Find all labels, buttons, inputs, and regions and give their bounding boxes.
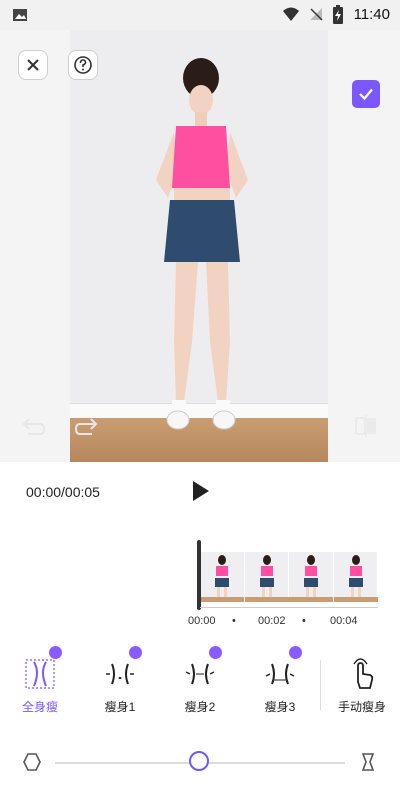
timeline-track bbox=[200, 607, 378, 608]
tick-label: 00:00 bbox=[188, 615, 216, 627]
video-preview-area bbox=[0, 30, 400, 462]
slim-3-icon bbox=[260, 646, 302, 692]
timeline-thumbnail bbox=[289, 552, 334, 602]
close-button[interactable] bbox=[18, 50, 48, 80]
full-body-slim-icon bbox=[20, 646, 62, 692]
tool-full-body-slim[interactable]: 全身瘦 bbox=[10, 646, 70, 715]
wifi-icon bbox=[283, 7, 299, 21]
compare-icon[interactable] bbox=[352, 412, 380, 440]
tool-label: 全身瘦 bbox=[21, 700, 58, 714]
help-button[interactable] bbox=[68, 50, 98, 80]
redo-icon[interactable] bbox=[74, 414, 100, 440]
premium-badge-icon bbox=[49, 646, 62, 659]
confirm-button[interactable] bbox=[352, 80, 380, 108]
tool-label: 手动瘦身 bbox=[337, 700, 386, 714]
tick-label: 00:04 bbox=[330, 615, 358, 627]
tool-slim-1[interactable]: 瘦身1 bbox=[90, 646, 150, 715]
tool-divider bbox=[320, 660, 321, 710]
close-icon bbox=[27, 59, 39, 71]
tick-dot: • bbox=[232, 615, 236, 627]
intensity-slider-knob[interactable] bbox=[189, 751, 209, 771]
timeline-playhead[interactable] bbox=[197, 540, 201, 610]
undo-icon[interactable] bbox=[20, 414, 46, 440]
tool-slim-2[interactable]: 瘦身2 bbox=[170, 646, 230, 715]
premium-badge-icon bbox=[209, 646, 222, 659]
manual-slim-icon bbox=[342, 652, 382, 692]
timeline-thumbnail bbox=[200, 552, 245, 602]
person-figure bbox=[156, 58, 248, 430]
play-icon[interactable] bbox=[188, 479, 212, 503]
tick-label: 00:02 bbox=[258, 615, 286, 627]
wide-shape-icon bbox=[361, 753, 375, 771]
status-bar: 11:40 bbox=[0, 0, 400, 30]
no-signal-icon bbox=[310, 8, 323, 21]
edit-controls-panel: 00:00/00:05 00:00 • 00:02 • 00:04 全身瘦 瘦身… bbox=[0, 462, 400, 800]
tool-slim-3[interactable]: 瘦身3 bbox=[250, 646, 310, 715]
tick-dot: • bbox=[302, 615, 306, 627]
question-icon bbox=[74, 56, 92, 74]
tool-manual-slim[interactable]: 手动瘦身 bbox=[332, 652, 392, 715]
tool-label: 瘦身1 bbox=[104, 700, 136, 714]
slim-1-icon bbox=[100, 646, 142, 692]
tool-label: 瘦身2 bbox=[184, 700, 216, 714]
slim-2-icon bbox=[180, 646, 222, 692]
video-frame bbox=[70, 30, 328, 462]
battery-charging-icon bbox=[333, 5, 343, 24]
thin-shape-icon bbox=[23, 753, 41, 771]
premium-badge-icon bbox=[289, 646, 302, 659]
playback-time: 00:00/00:05 bbox=[26, 484, 100, 500]
premium-badge-icon bbox=[129, 646, 142, 659]
checkmark-icon bbox=[359, 88, 373, 101]
tool-label: 瘦身3 bbox=[264, 700, 296, 714]
timeline-thumbnail bbox=[333, 552, 378, 602]
video-timeline[interactable] bbox=[200, 552, 378, 602]
status-time: 11:40 bbox=[353, 6, 390, 23]
timeline-thumbnail bbox=[244, 552, 289, 602]
image-notification-icon bbox=[13, 9, 27, 21]
